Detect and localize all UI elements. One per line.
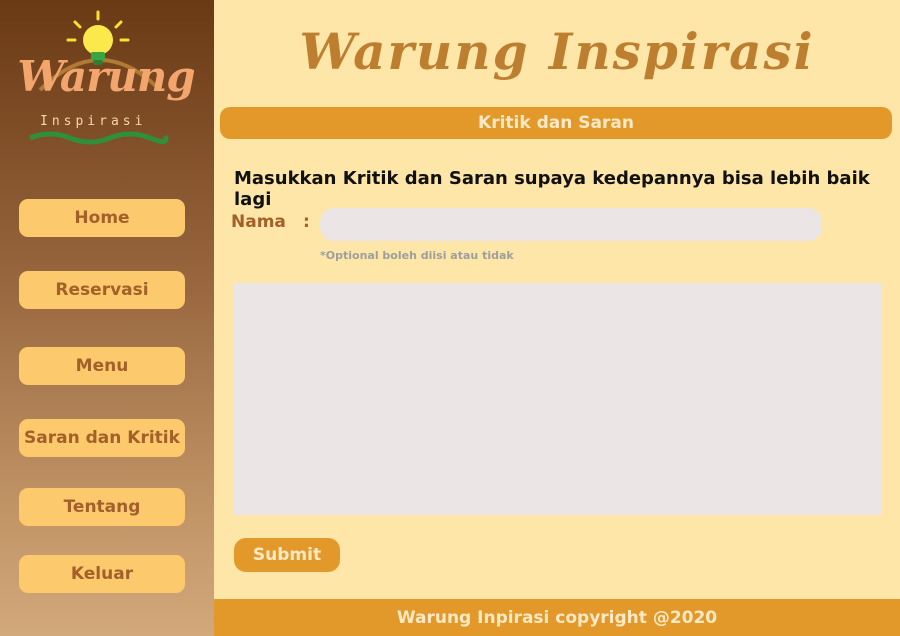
sidebar: Warung Inspirasi Home Reservasi Menu Sar…: [0, 0, 214, 636]
name-colon: :: [303, 212, 310, 232]
name-label: Nama: [231, 212, 286, 232]
page: Warung Inspirasi Home Reservasi Menu Sar…: [0, 0, 900, 636]
nav-tentang-button[interactable]: Tentang: [19, 488, 185, 526]
nav-keluar-button[interactable]: Keluar: [19, 555, 185, 593]
logo-text: Warung: [17, 52, 195, 101]
message-textarea[interactable]: [234, 283, 882, 515]
section-title: Kritik dan Saran: [220, 107, 892, 139]
nav-reservasi-button[interactable]: Reservasi: [19, 271, 185, 309]
nav-saran-kritik-button[interactable]: Saran dan Kritik: [19, 419, 185, 457]
submit-button[interactable]: Submit: [234, 538, 340, 572]
name-hint: *Optional boleh diisi atau tidak: [320, 249, 514, 262]
name-input[interactable]: [320, 208, 822, 241]
site-title: Warung Inspirasi: [299, 22, 815, 81]
footer: Warung Inpirasi copyright @2020: [214, 599, 900, 636]
logo: Warung Inspirasi: [10, 10, 196, 155]
nav-menu-button[interactable]: Menu: [19, 347, 185, 385]
form-instruction: Masukkan Kritik dan Saran supaya kedepan…: [234, 168, 870, 210]
logo-subtitle: Inspirasi: [40, 114, 147, 129]
nav-home-button[interactable]: Home: [19, 199, 185, 237]
